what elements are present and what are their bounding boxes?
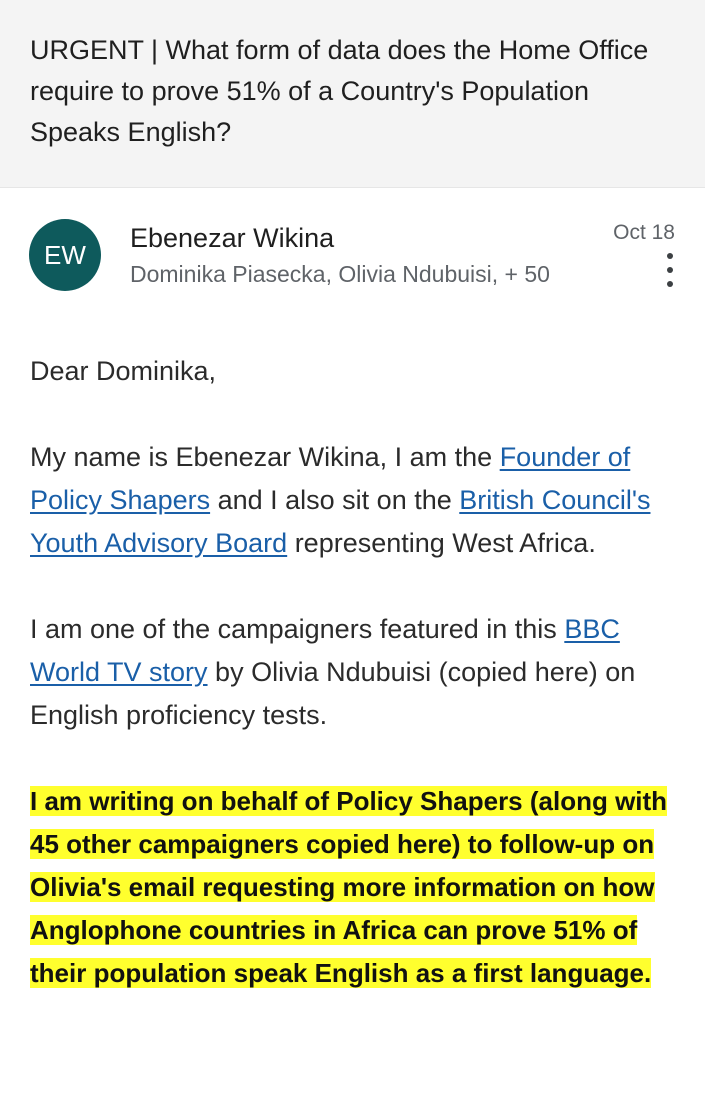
sender-name[interactable]: Ebenezar Wikina: [130, 222, 334, 254]
dot: [667, 267, 673, 273]
email-body: Dear Dominika, My name is Ebenezar Wikin…: [30, 350, 675, 995]
email-subject: URGENT | What form of data does the Home…: [30, 35, 649, 147]
text: I am one of the campaigners featured in …: [30, 614, 565, 644]
dot: [667, 281, 673, 287]
body-paragraph-2: I am one of the campaigners featured in …: [30, 608, 675, 737]
body-paragraph-3: I am writing on behalf of Policy Shapers…: [30, 780, 675, 995]
body-paragraph-1: My name is Ebenezar Wikina, I am the Fou…: [30, 436, 675, 565]
greeting: Dear Dominika,: [30, 356, 217, 386]
text: and I also sit on the: [210, 485, 460, 515]
text: My name is Ebenezar Wikina, I am the: [30, 442, 500, 472]
dot: [667, 253, 673, 259]
more-options-icon[interactable]: [660, 253, 680, 287]
sender-avatar[interactable]: EW: [29, 219, 101, 291]
email-date: Oct 18: [613, 221, 675, 244]
recipients-summary[interactable]: Dominika Piasecka, Olivia Ndubuisi, + 50: [130, 258, 550, 290]
text: representing West Africa.: [287, 528, 596, 558]
subject-header: URGENT | What form of data does the Home…: [0, 0, 705, 188]
highlighted-request: I am writing on behalf of Policy Shapers…: [30, 786, 668, 988]
